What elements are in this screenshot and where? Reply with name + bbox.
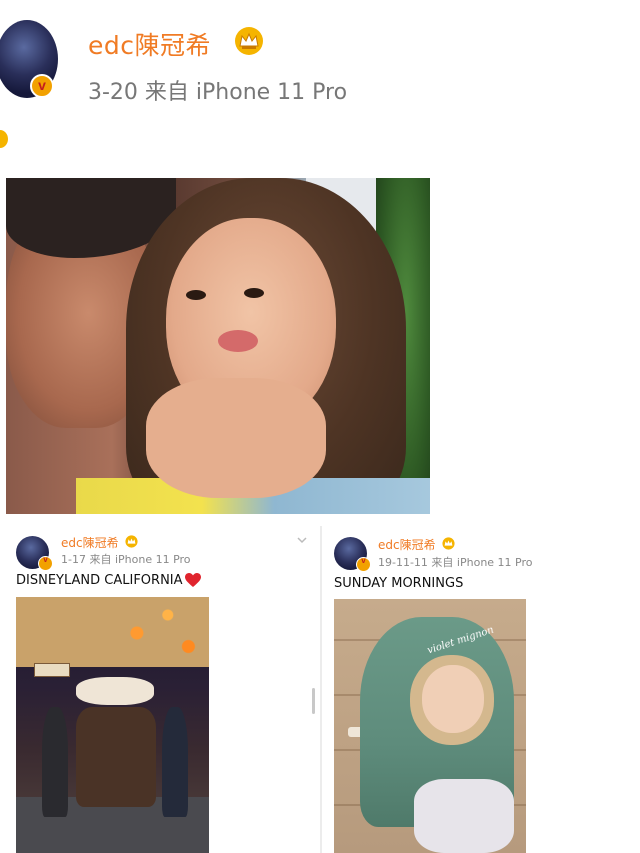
post-meta: 3-20 来自 iPhone 11 Pro	[88, 80, 348, 105]
post-photo[interactable]	[6, 178, 430, 514]
photo-lobby-sign	[34, 663, 70, 677]
post-text: SUNDAY MORNINGS	[334, 576, 464, 591]
photo-girl-lips	[218, 330, 258, 352]
crown-icon	[442, 537, 455, 550]
avatar[interactable]	[334, 537, 371, 572]
red-heart-icon	[185, 573, 201, 587]
photo-blanket	[414, 779, 514, 853]
verified-v-icon	[30, 74, 54, 98]
photo-person	[162, 707, 188, 817]
photo-car-hat	[76, 677, 154, 705]
avatar[interactable]	[16, 536, 53, 571]
photo-person	[42, 707, 68, 817]
post-text: DISNEYLAND CALIFORNIA	[16, 573, 183, 588]
verified-v-icon	[356, 556, 371, 572]
photo-hands	[146, 378, 326, 498]
username[interactable]: edc陳冠希	[378, 536, 436, 553]
photo-car	[76, 707, 156, 807]
verified-v-icon	[38, 555, 53, 571]
avatar[interactable]	[0, 20, 58, 98]
scrollbar[interactable]	[312, 688, 315, 714]
photo-lights	[106, 597, 209, 687]
username[interactable]: edc陳冠希	[88, 26, 211, 62]
post-meta: 1-17 来自 iPhone 11 Pro	[61, 553, 191, 566]
emoji-icon	[0, 130, 8, 148]
post-meta: 19-11-11 来自 iPhone 11 Pro	[378, 556, 533, 569]
username[interactable]: edc陳冠希	[61, 534, 119, 551]
crown-icon	[125, 535, 138, 548]
photo-girl-eye	[186, 290, 206, 300]
crown-icon	[235, 27, 263, 55]
photo-child-face	[422, 665, 484, 733]
photo-girl-eye	[244, 288, 264, 298]
post-photo[interactable]	[16, 597, 209, 853]
chevron-down-icon[interactable]	[297, 535, 307, 545]
post-photo[interactable]: violet mignon	[334, 599, 526, 853]
divider	[320, 526, 322, 853]
